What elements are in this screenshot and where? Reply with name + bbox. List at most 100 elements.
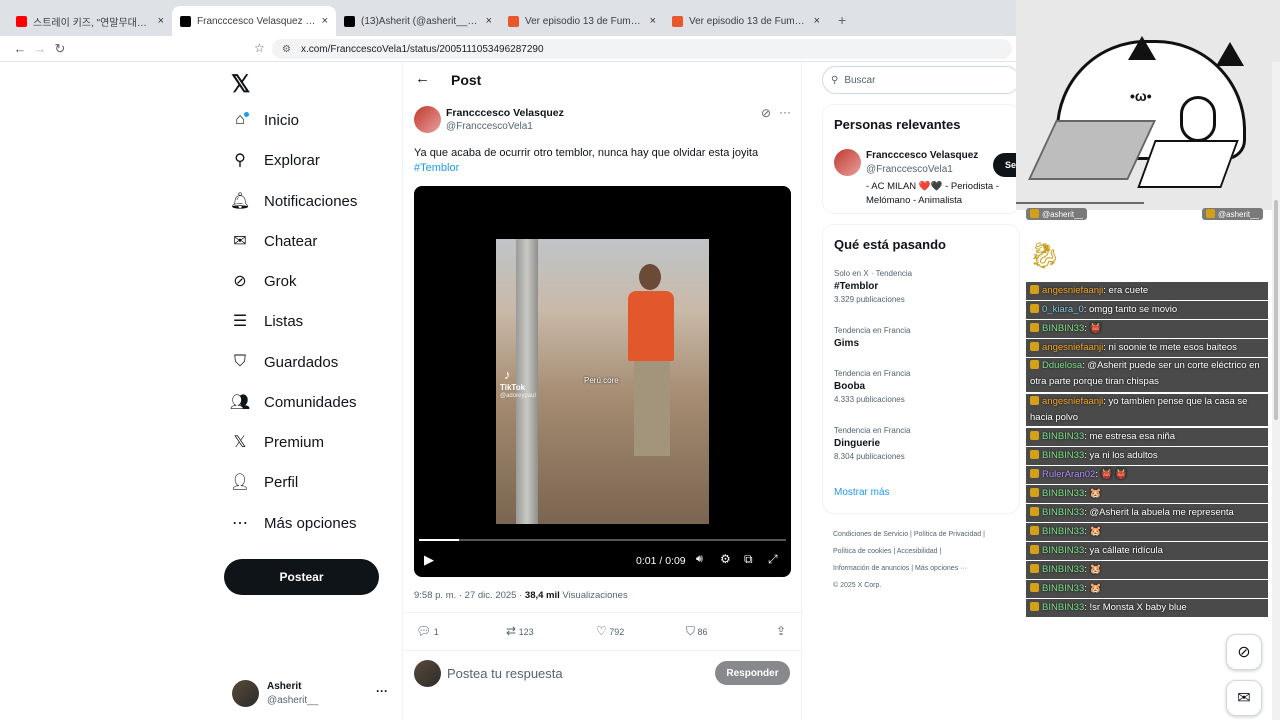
footer-link[interactable]: Política de cookies [833,548,891,555]
person-handle[interactable]: @FranccescoVela1 [866,164,953,175]
messages-floating-button[interactable]: ✉ [1226,680,1262,716]
person-avatar[interactable] [834,149,861,176]
relevant-people-card: Personas relevantes Francccesco Velasque… [822,104,1023,214]
settings-icon[interactable]: ⚙ [720,552,731,566]
trend-name: Booba [834,381,866,392]
volume-icon[interactable]: 🔊︎ [696,553,703,566]
address-bar[interactable]: ⚙ x.com/FranccescoVela1/status/200511105… [272,39,1012,59]
close-tab-icon[interactable]: × [322,15,328,27]
repost-action[interactable]: ⇄ 123 [506,624,534,638]
nav-item-premium[interactable]: 𝕏 Premium [230,432,324,452]
browser-tab[interactable]: Francccesco Velasquez en X: "Ya q × [172,6,336,36]
nav-item-label: Premium [264,433,325,451]
footer-link[interactable]: Más opciones ··· [915,565,967,572]
nav-item-guardados[interactable]: ⛉ Guardados [230,352,338,372]
close-tab-icon[interactable]: × [486,15,492,27]
chat-user: BINBIN33 [1042,431,1085,442]
video-progress-track[interactable] [419,539,786,541]
share-icon[interactable]: ⇪ [776,624,786,638]
footer-link[interactable]: Información de anuncios [833,565,909,572]
footer-link[interactable]: Accesibilidad [897,548,938,555]
account-switcher[interactable]: Asherit @asherit__ ··· [232,680,397,710]
bookmark-action[interactable]: ⛉ 86 [686,624,708,639]
close-tab-icon[interactable]: × [650,15,656,27]
more-icon[interactable]: ··· [376,684,388,698]
nav-item-explorar[interactable]: ⚲ Explorar [230,150,320,170]
list-icon: ☰ [232,313,248,330]
search-box[interactable]: ⚲ Buscar [822,66,1020,94]
back-arrow-icon[interactable]: ← [415,70,430,87]
play-icon[interactable]: ▶ [424,552,434,568]
video-time: 0:01 / 0:09 [636,555,686,567]
footer-link[interactable]: Condiciones de Servicio [833,531,908,538]
chat-message: BINBIN33: ya cállate ridícula [1026,542,1268,560]
nav-item-inicio[interactable]: ⌂ Inicio [230,110,299,130]
browser-tab[interactable]: 스트레이 키즈, "연말무대까지 파이팅 × [8,6,172,36]
show-more-link[interactable]: Mostrar más [834,487,890,498]
back-icon[interactable]: ← [10,41,30,56]
divider [403,650,803,651]
tab-title: 스트레이 키즈, "연말무대까지 파이팅 [33,17,152,29]
new-tab-button[interactable]: + [828,12,856,36]
search-placeholder: Buscar [844,74,876,86]
nav-item-chatear[interactable]: ✉ Chatear [230,231,317,251]
bell-icon: 🔔︎ [229,193,251,210]
video-player[interactable]: ♪ TikTok @adoreypaul Perú core ▶ 0:01 / … [414,186,791,577]
nav-item-grok[interactable]: ⊘ Grok [230,271,297,291]
chat-user: BINBIN33 [1042,488,1085,499]
x-logo-icon[interactable]: 𝕏 [231,70,250,99]
chat-text: : 👹 [1084,323,1102,334]
chat-user: BINBIN33 [1042,564,1085,575]
nav-item-listas[interactable]: ☰ Listas [230,311,303,331]
pip-icon[interactable]: ⧉ [744,552,753,567]
close-tab-icon[interactable]: × [814,15,820,27]
trend-item[interactable]: Tendencia en Francia Dinguerie 8.304 publi… [834,426,911,461]
chat-message: BINBIN33: @Asherit la abuela me represen… [1026,504,1268,522]
chat-text: : 👹 👹 [1095,469,1127,480]
chat-user: BINBIN33 [1042,450,1085,461]
browser-tab[interactable]: (13)Asherit (@asherit__) | TikTok × [336,6,500,36]
post-button[interactable]: Postear [224,559,379,595]
author-handle[interactable]: @FranccescoVela1 [446,121,533,132]
chat-message: BINBIN33: ya ni los adultos [1026,447,1268,465]
post-more-icon[interactable]: ··· [779,105,791,119]
person-name[interactable]: Francccesco Velasquez [866,150,978,161]
footer-link[interactable]: Política de Privacidad [914,531,981,538]
close-tab-icon[interactable]: × [158,15,164,27]
fullscreen-icon[interactable]: ⤢ [768,552,778,567]
trend-item[interactable]: Solo en X · Tendencia #Temblor 3.329 publi… [834,269,912,304]
bookmark-page-icon[interactable]: ☆ [254,41,265,55]
browser-tab[interactable]: Ver episodio 13 de Fumetsu no Anat × [500,6,664,36]
grok-floating-button[interactable]: ⊘ [1226,634,1262,670]
reply-action[interactable]: 💬︎ 1 [416,624,439,638]
reply-button[interactable]: Responder [715,661,790,685]
hashtag-link[interactable]: #Temblor [414,162,459,174]
nav-item-más-opciones[interactable]: ⋯ Más opciones [230,513,357,533]
nav-item-notificaciones[interactable]: 🔔︎ Notificaciones [229,191,358,211]
chat-message: BINBIN33: 🐹 [1026,523,1268,541]
reload-icon[interactable]: ↻ [50,41,70,57]
trend-item[interactable]: Tendencia en Francia Gims [834,326,911,352]
chat-text: : ya cállate ridícula [1084,545,1163,556]
mail-icon: ✉ [233,233,247,250]
scrollbar-thumb[interactable] [1274,200,1278,420]
post-timestamp[interactable]: 9:58 p. m. · 27 dic. 2025 · [414,590,525,601]
like-action[interactable]: ♡ 792 [596,624,624,638]
chat-text: : 🐹 [1084,564,1102,575]
author-avatar[interactable] [414,106,441,133]
nav-item-label: Grok [264,272,297,290]
author-name[interactable]: Francccesco Velasquez [446,107,564,119]
trend-item[interactable]: Tendencia en Francia Booba 4.333 publicaci… [834,369,911,404]
reply-input[interactable]: Postea tu respuesta [447,666,563,681]
site-info-icon[interactable]: ⚙ [282,44,291,55]
person-bio-line: - AC MILAN ❤️🖤 - Periodista - [866,181,999,192]
chat-user: BINBIN33 [1042,602,1085,613]
nav-item-comunidades[interactable]: 👥︎ Comunidades [230,392,357,412]
trend-count: 8.304 publicaciones [834,452,905,461]
nav-item-perfil[interactable]: 👤︎ Perfil [230,472,298,492]
chat-message: 0_kiara_0: omgg tanto se movio [1026,301,1268,319]
trend-count: 4.333 publicaciones [834,395,905,404]
forward-icon[interactable]: → [30,41,50,56]
browser-tab[interactable]: Ver episodio 13 de Fumetsu no Anat × [664,6,828,36]
grok-icon[interactable]: ⊘ [761,106,771,120]
